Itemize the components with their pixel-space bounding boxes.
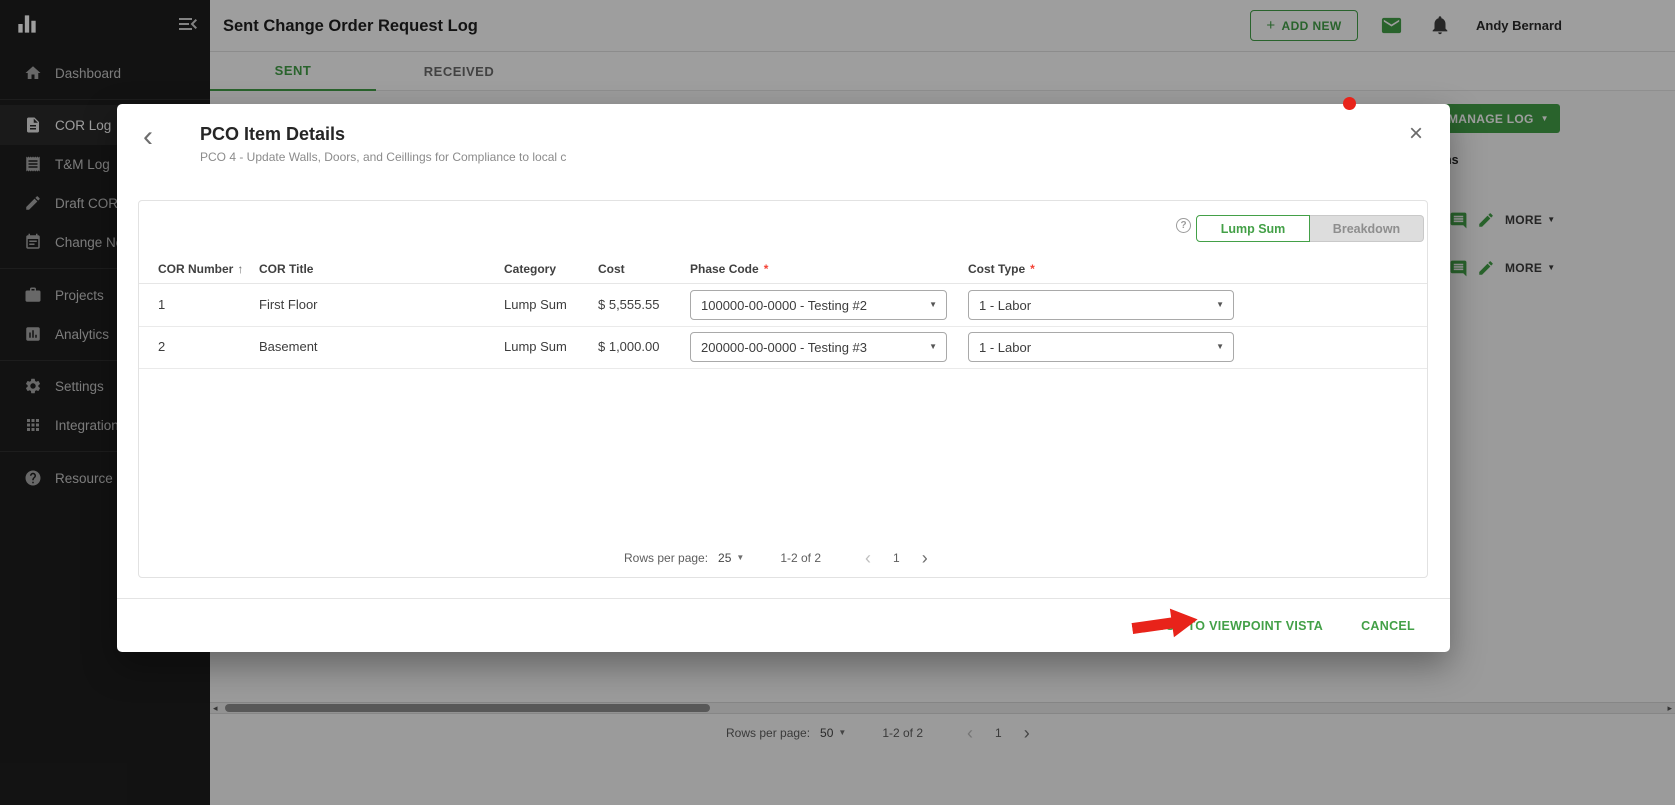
rows-per-page-label: Rows per page:	[624, 551, 709, 565]
table-row: 2 Basement Lump Sum $ 1,000.00 200000-00…	[139, 326, 1427, 369]
cost-mode-toggle: Lump Sum Breakdown	[1196, 215, 1424, 242]
column-cost-type: Cost Type *	[968, 262, 1035, 276]
help-icon[interactable]: ?	[1176, 218, 1191, 233]
dialog-pagination: Rows per page: 25 ▼ 1-2 of 2 ‹ 1 ›	[624, 548, 928, 568]
column-cor-title[interactable]: COR Title	[259, 262, 313, 276]
caret-down-icon: ▼	[929, 300, 937, 309]
required-asterisk: *	[763, 262, 769, 276]
column-phase-code: Phase Code *	[690, 262, 769, 276]
cost-type-select[interactable]: 1 - Labor ▼	[968, 290, 1234, 320]
cancel-button[interactable]: CANCEL	[1355, 618, 1421, 634]
table-header: COR Number ↑ COR Title Category Cost Pha…	[139, 256, 1427, 284]
caret-down-icon: ▼	[736, 553, 745, 562]
dialog-title: PCO Item Details	[200, 124, 346, 144]
caret-down-icon: ▼	[929, 342, 937, 351]
page-range: 1-2 of 2	[780, 551, 822, 565]
breakdown-toggle[interactable]: Breakdown	[1310, 215, 1424, 242]
sort-ascending-icon: ↑	[237, 262, 244, 276]
dialog-footer: PUSH TO VIEWPOINT VISTA CANCEL	[117, 598, 1450, 653]
caret-down-icon: ▼	[1216, 300, 1224, 309]
next-page-icon[interactable]: ›	[922, 549, 928, 567]
pco-item-details-dialog: ‹ PCO Item Details PCO 4 - Update Walls,…	[117, 104, 1450, 652]
phase-code-select[interactable]: 200000-00-0000 - Testing #3 ▼	[690, 332, 947, 362]
column-cor-number[interactable]: COR Number ↑	[158, 262, 243, 276]
back-icon[interactable]: ‹	[143, 122, 153, 152]
column-category[interactable]: Category	[504, 262, 556, 276]
caret-down-icon: ▼	[1216, 342, 1224, 351]
prev-page-icon[interactable]: ‹	[865, 549, 871, 567]
phase-code-select[interactable]: 100000-00-0000 - Testing #2 ▼	[690, 290, 947, 320]
table-row: 1 First Floor Lump Sum $ 5,555.55 100000…	[139, 284, 1427, 327]
pco-items-card: ? Lump Sum Breakdown COR Number ↑ COR Ti…	[138, 200, 1428, 578]
cost-type-select[interactable]: 1 - Labor ▼	[968, 332, 1234, 362]
app-screen: Dashboard COR Log T&M Log Draft COR L Ch…	[0, 0, 1675, 805]
required-asterisk: *	[1030, 262, 1035, 276]
dialog-subtitle: PCO 4 - Update Walls, Doors, and Ceillin…	[200, 150, 567, 164]
page-number[interactable]: 1	[893, 551, 900, 565]
rows-per-page-select[interactable]: 25 ▼	[718, 551, 744, 565]
notification-badge	[1343, 97, 1356, 110]
lump-sum-toggle[interactable]: Lump Sum	[1196, 215, 1310, 242]
column-cost[interactable]: Cost	[598, 262, 625, 276]
close-icon[interactable]: ×	[1409, 122, 1423, 146]
